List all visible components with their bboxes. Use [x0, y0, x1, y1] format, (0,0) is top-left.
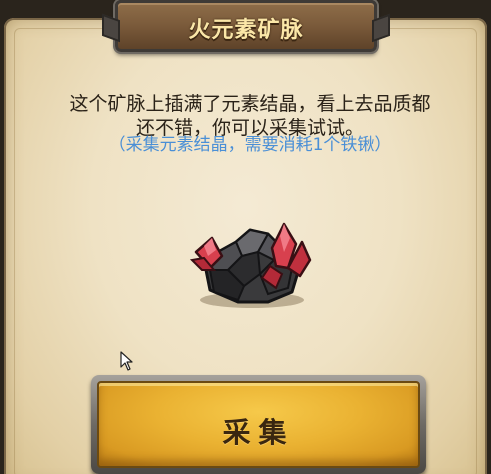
collect-button-face: 采集	[97, 381, 420, 468]
cost-hint: （采集元素结晶，需要消耗1个铁锹）	[108, 135, 392, 155]
description-line-1: 这个矿脉上插满了元素结晶，看上去品质都	[69, 93, 431, 115]
title-plaque: 火元素矿脉	[115, 0, 377, 52]
fire-crystal-ore-icon	[189, 222, 312, 308]
collect-button-label: 采集	[222, 416, 295, 449]
game-screen: 火元素矿脉 这个矿脉上插满了元素结晶，看上去品质都 还不错，你可以采集试试。 （…	[0, 0, 491, 474]
collect-button[interactable]: 采集	[91, 375, 426, 474]
mouse-cursor-icon	[120, 351, 133, 371]
dialog-title: 火元素矿脉	[188, 18, 304, 43]
